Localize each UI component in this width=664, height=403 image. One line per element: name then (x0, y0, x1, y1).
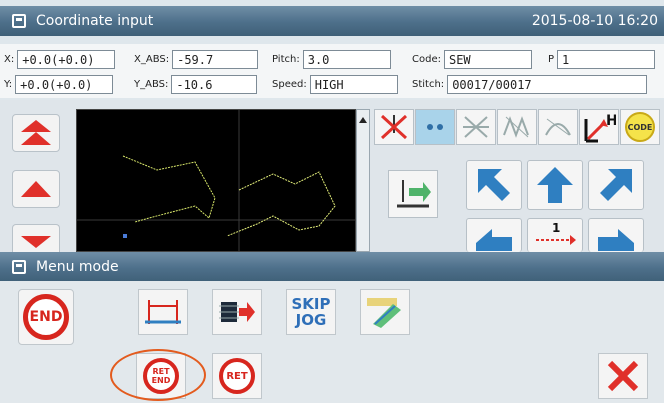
datetime: 2015-08-10 16:20 (531, 13, 658, 29)
row-1: X: +0.0(+0.0) (4, 47, 116, 71)
menu-window-icon (12, 260, 26, 274)
title-bar: Coordinate input 2015-08-10 16:20 (0, 6, 664, 36)
page-down-button[interactable] (12, 224, 60, 252)
point-display-button[interactable] (415, 109, 455, 145)
menu-panel: END SKIP JOG RET END RET (0, 281, 664, 403)
line-pattern-button[interactable] (456, 109, 496, 145)
pitch-label: Pitch: (272, 53, 300, 65)
highlight-ring (110, 349, 206, 401)
x-label: X: (4, 53, 15, 65)
canvas-scrollbar[interactable] (356, 109, 370, 252)
stitch-pattern-view (77, 110, 355, 251)
move-up-button[interactable] (527, 160, 583, 210)
arrow-up-right-icon (600, 169, 632, 201)
close-icon (607, 360, 639, 392)
width-measure-icon (145, 300, 181, 324)
end-stop-icon: END (23, 294, 69, 340)
stitch-label: Stitch: (412, 78, 445, 90)
stitch-group: Stitch: 00017/00017 (412, 72, 648, 96)
speed-field[interactable]: HIGH (309, 74, 398, 94)
speed-group: Speed: HIGH (272, 72, 398, 96)
xabs-field[interactable]: -59.7 (172, 49, 259, 69)
xabs-label: X_ABS: (134, 53, 170, 65)
code-label: Code: (412, 53, 441, 65)
down-arrow-icon (21, 235, 51, 248)
y-field[interactable]: +0.0(+0.0) (15, 74, 114, 94)
double-up-arrow-icon (21, 120, 51, 145)
xabs-group: X_ABS: -59.7 (134, 47, 259, 71)
speed-label: Speed: (272, 78, 307, 90)
step-arrow-icon: 1 (536, 221, 576, 245)
cross-line-icon (463, 116, 489, 138)
up-arrow-icon (21, 181, 51, 197)
page-up-double-button[interactable] (12, 114, 60, 152)
pitch-field[interactable]: 3.0 (302, 49, 391, 69)
y-label: Y: (4, 78, 13, 90)
code-field[interactable]: SEW (443, 49, 532, 69)
curve-pattern-button[interactable] (538, 109, 578, 145)
coordinate-fields: X: +0.0(+0.0) X_ABS: -59.7 Pitch: 3.0 Co… (0, 44, 664, 98)
arrow-up-icon (537, 167, 573, 203)
code-button[interactable]: CODE (620, 109, 660, 145)
zigzag-icon (503, 116, 529, 138)
curve-cross-icon (545, 118, 571, 136)
x-field[interactable]: +0.0(+0.0) (17, 49, 116, 69)
memory-write-button[interactable] (212, 289, 262, 335)
move-right-button[interactable] (588, 218, 644, 252)
window-icon (12, 14, 26, 28)
yabs-label: Y_ABS: (134, 78, 169, 90)
yabs-group: Y_ABS: -10.6 (134, 72, 258, 96)
window-title: Coordinate input (36, 13, 154, 29)
scroll-up-icon (359, 117, 367, 123)
menu-title-bar: Menu mode (0, 252, 664, 282)
p-group: P 1 (548, 47, 656, 71)
pitch-group: Pitch: 3.0 (272, 47, 391, 71)
page-up-button[interactable] (12, 170, 60, 208)
chip-arrow-icon (219, 302, 255, 322)
needle-transfer-icon (397, 180, 431, 208)
jog-label: JOG (295, 311, 327, 329)
skip-jog-button[interactable]: SKIP JOG (286, 289, 336, 335)
code-group: Code: SEW (412, 47, 532, 71)
ret-label: RET (226, 370, 248, 382)
stitch-field[interactable]: 00017/00017 (447, 74, 648, 94)
stitch-off-tool-button[interactable] (374, 109, 414, 145)
arrow-left-icon (476, 228, 512, 251)
pattern-canvas[interactable] (76, 109, 356, 252)
dots-icon (427, 124, 443, 130)
arrow-right-icon (598, 228, 634, 251)
home-arrow-icon: H (584, 113, 616, 143)
return-button[interactable]: RET (212, 353, 262, 399)
thread-pen-icon (367, 298, 401, 328)
end-label: END (29, 309, 63, 325)
close-button[interactable] (598, 353, 648, 399)
p-field[interactable]: 1 (557, 49, 656, 69)
home-position-button[interactable]: H (579, 109, 619, 145)
yabs-field[interactable]: -10.6 (171, 74, 258, 94)
code-badge: CODE (625, 112, 655, 142)
move-left-button[interactable] (466, 218, 522, 252)
menu-title: Menu mode (36, 259, 119, 275)
step-move-button[interactable]: 1 (527, 218, 583, 252)
arrow-up-left-icon (478, 169, 510, 201)
move-up-right-button[interactable] (588, 160, 644, 210)
main-area: H CODE 1 (0, 100, 664, 252)
move-up-left-button[interactable] (466, 160, 522, 210)
width-setting-button[interactable] (138, 289, 188, 335)
zigzag-pattern-button[interactable] (497, 109, 537, 145)
needle-cross-icon (380, 114, 408, 140)
code-label: CODE (627, 122, 653, 132)
skip-label: SKIP (291, 295, 331, 313)
step-label: 1 (552, 221, 560, 235)
ret-stop-icon: RET (219, 358, 255, 394)
p-label: P (548, 53, 555, 65)
h-label: H (606, 113, 616, 129)
row-2: Y: +0.0(+0.0) (4, 72, 114, 96)
end-button[interactable]: END (18, 289, 74, 345)
thread-edit-button[interactable] (360, 289, 410, 335)
needle-transfer-button[interactable] (388, 170, 438, 218)
